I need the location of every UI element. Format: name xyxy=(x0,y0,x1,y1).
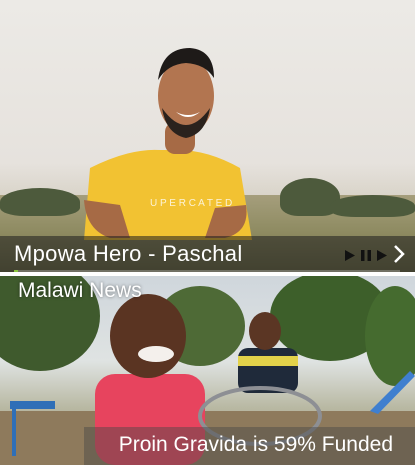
play-icon[interactable] xyxy=(345,248,355,266)
slider-controls xyxy=(345,245,405,268)
slide-progress-fill xyxy=(14,270,18,272)
mpowa-widget: U P E R C A T E D Mpowa Hero - Paschal M… xyxy=(0,0,415,465)
pause-icon[interactable] xyxy=(361,248,371,266)
svg-text:U P E R C A T E D: U P E R C A T E D xyxy=(150,198,232,209)
hero-photo: U P E R C A T E D xyxy=(84,48,252,240)
slide-title[interactable]: Mpowa Hero - Paschal xyxy=(14,241,243,267)
stop-icon[interactable] xyxy=(377,248,387,266)
slide-progress xyxy=(14,270,400,272)
news-slide[interactable]: Malawi News Proin Gravida is 59% Funded xyxy=(0,276,415,465)
news-section-label[interactable]: Malawi News xyxy=(18,279,142,303)
funded-status-text[interactable]: Proin Gravida is 59% Funded xyxy=(119,433,393,457)
next-arrow-icon[interactable] xyxy=(393,245,405,268)
hero-slide[interactable]: U P E R C A T E D Mpowa Hero - Paschal xyxy=(0,0,415,272)
